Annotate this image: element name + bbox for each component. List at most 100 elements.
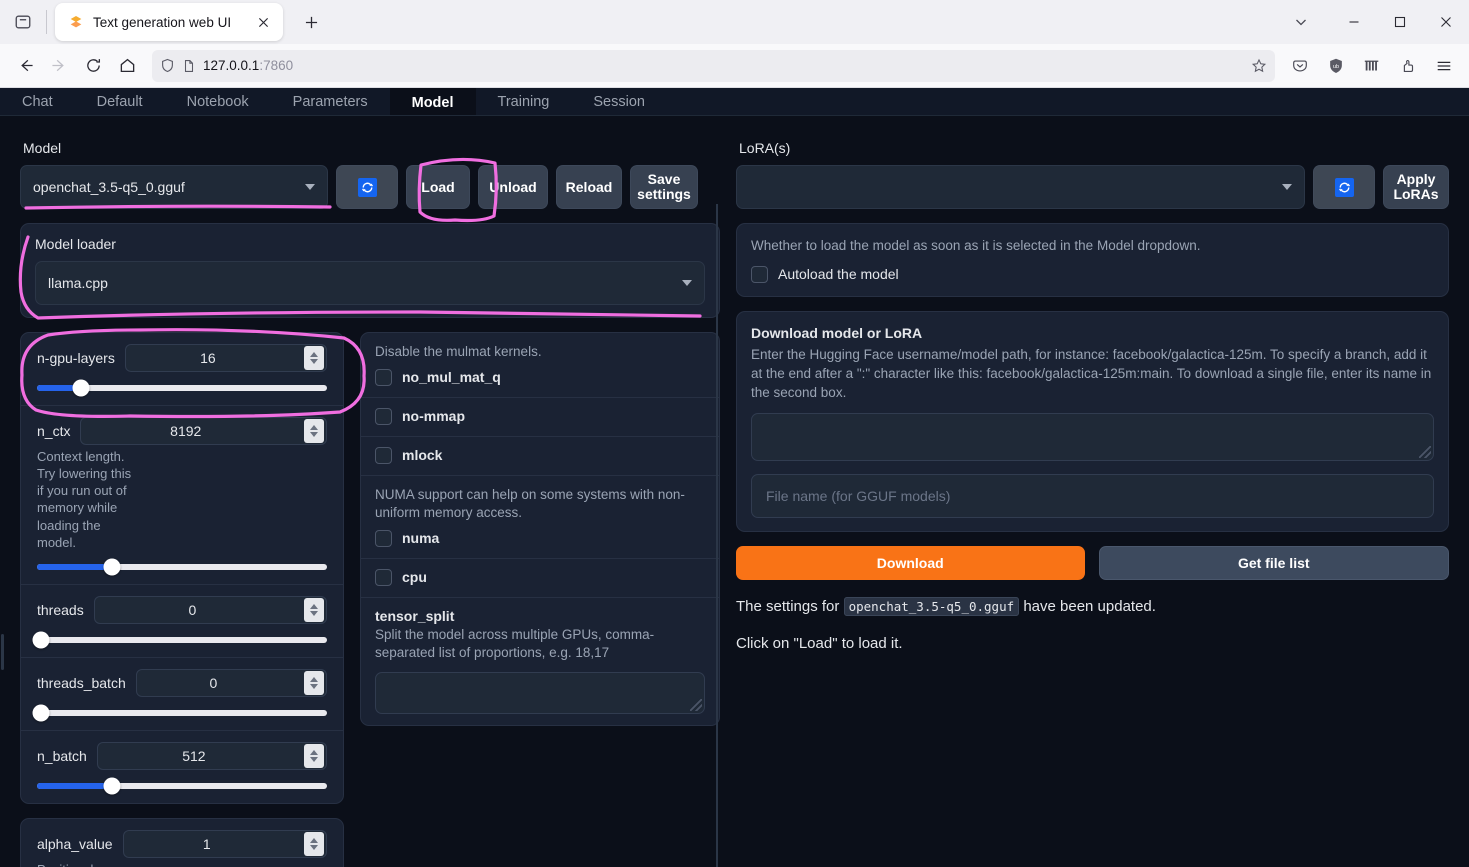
slider-track[interactable] bbox=[32, 704, 327, 722]
tab-divider bbox=[46, 10, 47, 34]
tab-notebook[interactable]: Notebook bbox=[165, 88, 271, 115]
tab-chat[interactable]: Chat bbox=[0, 88, 75, 115]
tensor-split-cell: tensor_split Split the model across mult… bbox=[361, 598, 719, 725]
page-info-icon bbox=[184, 59, 194, 72]
checkbox-column: Disable the mulmat kernels. no_mul_mat_q… bbox=[360, 332, 720, 867]
number-input[interactable]: 512 bbox=[96, 741, 327, 770]
ublock-shield-icon[interactable]: ub bbox=[1319, 49, 1353, 83]
chevron-down-icon bbox=[305, 184, 315, 190]
nommap-cell: no-mmap bbox=[361, 398, 719, 437]
resize-grip-icon[interactable] bbox=[1419, 446, 1431, 459]
number-input[interactable]: 0 bbox=[135, 668, 327, 697]
spinner-stepper[interactable] bbox=[304, 670, 324, 695]
checkbox-no-mmap[interactable]: no-mmap bbox=[375, 407, 705, 425]
lora-dropdown[interactable] bbox=[736, 165, 1305, 209]
tab-session[interactable]: Session bbox=[571, 88, 667, 115]
extension-icon[interactable] bbox=[1391, 49, 1425, 83]
checkbox-label: mlock bbox=[402, 447, 443, 464]
number-value: 512 bbox=[182, 747, 206, 764]
spinner-stepper[interactable] bbox=[304, 597, 324, 622]
checkbox-autoload-the-model[interactable]: Autoload the model bbox=[751, 265, 1434, 283]
checkbox-numa[interactable]: numa bbox=[375, 529, 705, 547]
mulmat-cell: Disable the mulmat kernels. no_mul_mat_q bbox=[361, 333, 719, 398]
save-settings-button[interactable]: Save settings bbox=[630, 165, 698, 209]
download-button[interactable]: Download bbox=[736, 546, 1085, 581]
menu-hamburger-icon[interactable] bbox=[1427, 49, 1461, 83]
slider-track[interactable] bbox=[37, 558, 327, 576]
spinner-stepper[interactable] bbox=[304, 831, 324, 856]
text-generation-webui-app: Chat Default Notebook Parameters Model T… bbox=[0, 88, 1469, 867]
model-loader-dropdown[interactable]: llama.cpp bbox=[35, 261, 705, 305]
chevron-down-icon bbox=[682, 280, 692, 286]
firefox-view-button[interactable] bbox=[0, 0, 46, 44]
slider-threads: threads 0 bbox=[21, 585, 343, 658]
reload-icon[interactable] bbox=[76, 49, 110, 83]
checkbox-icon[interactable] bbox=[375, 568, 392, 586]
checkbox-icon[interactable] bbox=[375, 529, 392, 547]
reload-button[interactable]: Reload bbox=[556, 165, 622, 209]
close-window-button[interactable] bbox=[1423, 0, 1469, 44]
back-arrow-icon[interactable] bbox=[8, 49, 42, 83]
model-page-content: Model openchat_3.5-q5_0.gguf Load Unload… bbox=[0, 116, 1469, 867]
refresh-lora-list-button[interactable] bbox=[1313, 165, 1375, 209]
maximize-button[interactable] bbox=[1377, 0, 1423, 44]
address-bar[interactable]: 127.0.0.1:7860 bbox=[152, 49, 1275, 82]
model-dropdown[interactable]: openchat_3.5-q5_0.gguf bbox=[20, 165, 328, 209]
slider-group-secondary: alpha_value 1 Positional embeddings alph… bbox=[20, 817, 344, 867]
library-icon[interactable] bbox=[1355, 49, 1389, 83]
tab-training[interactable]: Training bbox=[476, 88, 572, 115]
browser-navigation-bar: 127.0.0.1:7860 ub bbox=[0, 44, 1469, 88]
spinner-stepper[interactable] bbox=[304, 743, 324, 768]
bookmark-star-icon[interactable] bbox=[1251, 58, 1267, 74]
number-value: 1 bbox=[202, 835, 211, 852]
get-file-list-button[interactable]: Get file list bbox=[1098, 546, 1449, 581]
number-input[interactable]: 0 bbox=[93, 595, 327, 624]
unload-button[interactable]: Unload bbox=[478, 165, 548, 209]
number-input[interactable]: 1 bbox=[122, 829, 327, 858]
minimize-button[interactable] bbox=[1331, 0, 1377, 44]
checkbox-icon[interactable] bbox=[375, 368, 392, 386]
mlock-cell: mlock bbox=[361, 437, 719, 476]
checkbox-cpu[interactable]: cpu bbox=[375, 568, 705, 586]
download-repo-input[interactable] bbox=[751, 413, 1434, 462]
app-tab-nav: Chat Default Notebook Parameters Model T… bbox=[0, 88, 1469, 116]
checkbox-icon[interactable] bbox=[375, 407, 392, 425]
tab-model[interactable]: Model bbox=[389, 88, 476, 115]
browser-tab[interactable]: Text generation web UI bbox=[55, 3, 283, 41]
column-divider bbox=[716, 204, 718, 867]
load-button[interactable]: Load bbox=[406, 165, 470, 209]
checkbox-icon[interactable] bbox=[375, 446, 392, 464]
slider-track[interactable] bbox=[37, 379, 327, 397]
numa-info: NUMA support can help on some systems wi… bbox=[375, 486, 685, 520]
spinner-stepper[interactable] bbox=[304, 346, 324, 370]
number-input[interactable]: 8192 bbox=[80, 417, 327, 445]
tensor-split-description: Split the model across multiple GPUs, co… bbox=[375, 626, 655, 660]
checkbox-mlock[interactable]: mlock bbox=[375, 446, 705, 464]
home-icon[interactable] bbox=[110, 49, 144, 83]
gradio-logo-icon bbox=[70, 16, 82, 28]
new-tab-button[interactable] bbox=[295, 6, 327, 38]
download-filename-input[interactable]: File name (for GGUF models) bbox=[751, 474, 1434, 519]
autoload-info: Whether to load the model as soon as it … bbox=[751, 238, 1201, 253]
spinner-stepper[interactable] bbox=[304, 419, 324, 443]
number-value: 16 bbox=[200, 350, 216, 366]
slider-track[interactable] bbox=[32, 631, 327, 649]
download-panel: Download model or LoRA Enter the Hugging… bbox=[736, 310, 1449, 533]
download-description: Enter the Hugging Face username/model pa… bbox=[751, 346, 1432, 401]
checkbox-no-mul-mat-q[interactable]: no_mul_mat_q bbox=[375, 368, 705, 386]
pocket-icon[interactable] bbox=[1283, 49, 1317, 83]
number-input[interactable]: 16 bbox=[124, 344, 327, 372]
refresh-model-list-button[interactable] bbox=[336, 165, 398, 209]
tensor-split-input[interactable] bbox=[375, 672, 705, 715]
model-loader-panel: Model loader llama.cpp bbox=[20, 223, 720, 318]
tab-default[interactable]: Default bbox=[75, 88, 165, 115]
page-scrollbar[interactable] bbox=[0, 204, 6, 867]
tab-parameters[interactable]: Parameters bbox=[271, 88, 390, 115]
checkbox-icon[interactable] bbox=[751, 265, 768, 283]
apply-loras-button[interactable]: Apply LoRAs bbox=[1383, 165, 1449, 209]
status-prefix: The settings for bbox=[736, 598, 840, 616]
tab-close-icon[interactable] bbox=[253, 12, 273, 32]
slider-track[interactable] bbox=[37, 777, 327, 795]
chevron-down-icon[interactable] bbox=[1271, 0, 1331, 44]
resize-grip-icon[interactable] bbox=[690, 699, 702, 712]
